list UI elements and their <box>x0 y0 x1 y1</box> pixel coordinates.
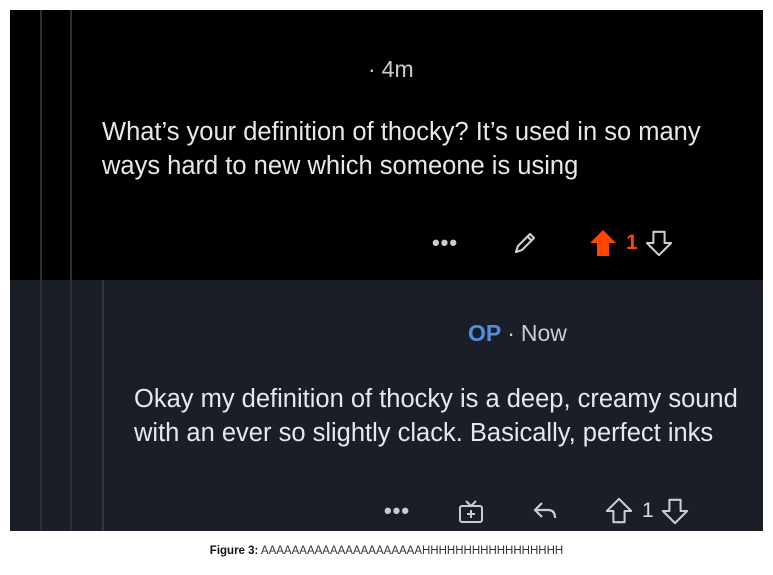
comment-timestamp: Now <box>520 320 567 346</box>
more-options-button[interactable]: ••• <box>380 496 414 526</box>
reply-icon <box>533 502 557 519</box>
comment-meta: · 4m <box>362 56 414 83</box>
comment-actions: ••• 1 <box>380 496 690 526</box>
thread-line <box>70 280 72 531</box>
more-options-button[interactable]: ••• <box>428 228 462 258</box>
reply-comment: OP · Now Okay my definition of thocky is a… <box>10 280 763 531</box>
separator-dot: · <box>507 320 515 346</box>
downvote-icon <box>661 498 688 525</box>
figure-caption: Figure 3: AAAAAAAAAAAAAAAAAAAAAHHHHHHHHH… <box>0 545 773 557</box>
figure-caption-text: AAAAAAAAAAAAAAAAAAAAAHHHHHHHHHHHHHHHHH <box>260 545 564 557</box>
comment-body: What’s your definition of thocky? It’s u… <box>102 118 701 180</box>
thread-line <box>40 10 42 280</box>
downvote-icon <box>645 230 672 257</box>
thread-line <box>102 280 104 531</box>
award-button[interactable] <box>454 496 488 526</box>
comment-actions: ••• 1 <box>428 228 674 258</box>
vote-count: 1 <box>626 231 638 254</box>
comment-timestamp: 4m <box>381 56 414 82</box>
edit-button[interactable] <box>508 228 542 258</box>
thread-line <box>40 280 42 531</box>
upvote-icon <box>605 497 633 524</box>
comment-meta: OP · Now <box>468 320 567 347</box>
vote-count: 1 <box>642 499 654 522</box>
figure-label: Figure 3: <box>209 545 259 557</box>
comment-body: Okay my definition of thocky is a deep, … <box>134 385 738 447</box>
more-icon: ••• <box>383 498 411 523</box>
upvote-button[interactable] <box>586 228 620 258</box>
screenshot: · 4m What’s your definition of thocky? It… <box>10 10 763 531</box>
edit-icon <box>514 232 536 254</box>
more-icon: ••• <box>431 230 459 255</box>
downvote-button[interactable] <box>644 228 674 258</box>
downvote-button[interactable] <box>660 496 690 526</box>
upvote-button[interactable] <box>602 496 636 526</box>
reply-button[interactable] <box>528 496 562 526</box>
upvote-icon <box>590 230 616 256</box>
award-icon <box>459 500 483 523</box>
op-badge: OP <box>468 320 502 346</box>
parent-comment: · 4m What’s your definition of thocky? It… <box>10 10 763 280</box>
separator-dot: · <box>368 56 376 82</box>
thread-line <box>70 10 72 280</box>
